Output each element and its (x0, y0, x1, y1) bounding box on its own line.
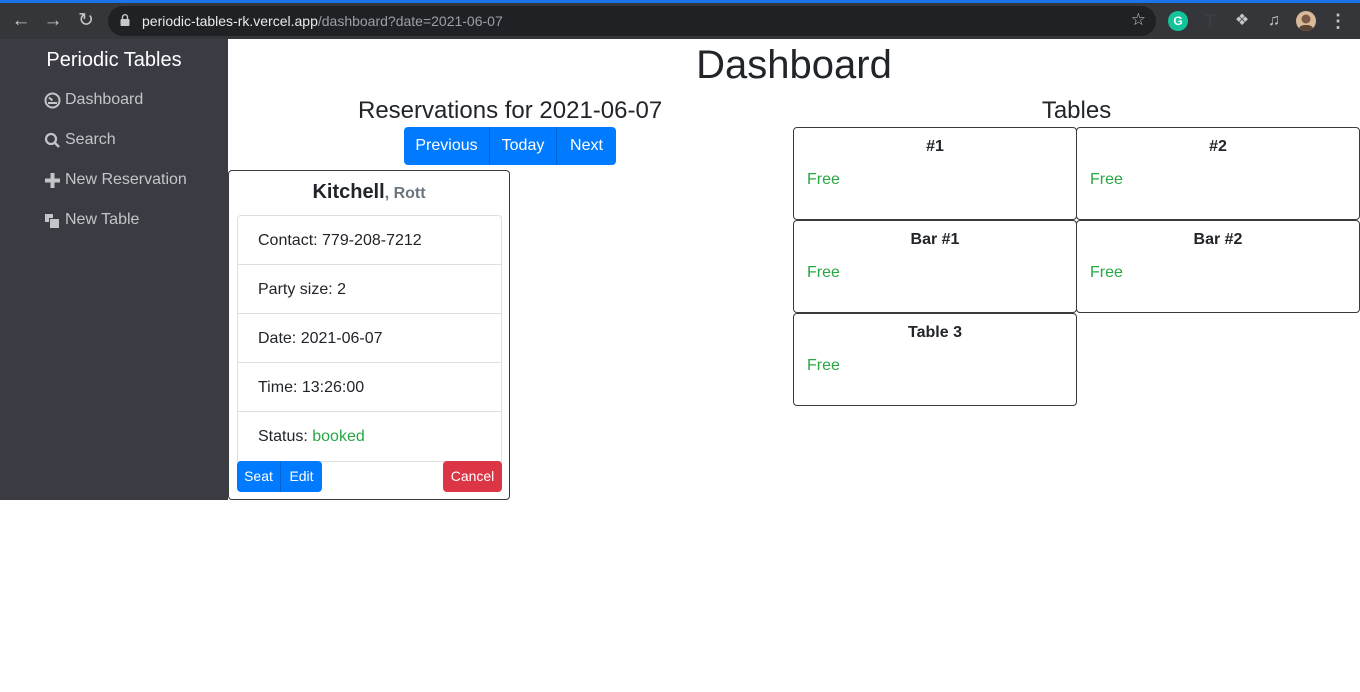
url-path: /dashboard?date=2021-06-07 (317, 13, 503, 29)
brand-title[interactable]: Periodic Tables (0, 49, 228, 72)
grammarly-icon[interactable]: G (1168, 11, 1188, 31)
table-name: Bar #1 (910, 231, 960, 248)
sidebar-item-new-reservation[interactable]: New Reservation (44, 168, 187, 192)
table-status: Free (1090, 264, 1123, 281)
layers-icon (45, 213, 59, 228)
dashboard-icon (44, 92, 61, 108)
sidebar: Periodic Tables Dashboard Search New Res… (0, 39, 228, 500)
previous-button[interactable]: Previous (404, 127, 490, 165)
forward-icon[interactable]: → (42, 10, 64, 32)
table-card: #2 Free (1076, 127, 1360, 220)
reservation-time: Time: 13:26:00 (238, 363, 501, 412)
reservation-last-name: Kitchell (312, 181, 385, 203)
reservation-name: Kitchell, Rott (229, 181, 509, 204)
profile-avatar[interactable] (1296, 11, 1316, 31)
reservation-party-size: Party size: 2 (238, 265, 501, 314)
reload-icon[interactable]: ↻ (75, 10, 97, 32)
sidebar-item-label: New Table (65, 211, 140, 228)
star-icon[interactable]: ☆ (1131, 10, 1146, 30)
seat-button[interactable]: Seat (237, 461, 281, 492)
table-card: Bar #1 Free (793, 220, 1077, 313)
puzzle-icon[interactable]: ❖ (1232, 11, 1252, 31)
sidebar-item-dashboard[interactable]: Dashboard (44, 88, 143, 112)
sidebar-item-label: Search (65, 131, 116, 148)
back-icon[interactable]: ← (10, 10, 32, 32)
search-icon (44, 132, 60, 148)
table-status: Free (1090, 171, 1123, 188)
status-badge: booked (312, 428, 365, 445)
next-button[interactable]: Next (557, 127, 616, 165)
plus-icon (45, 172, 60, 188)
reservation-details: Contact: 779-208-7212 Party size: 2 Date… (237, 215, 502, 462)
reservations-heading: Reservations for 2021-06-07 (358, 97, 663, 124)
table-name: Table 3 (908, 324, 962, 341)
text-extension-icon[interactable]: T (1200, 11, 1220, 31)
date-nav-group: Previous Today Next (404, 127, 616, 165)
media-icon[interactable]: ♫ (1264, 11, 1284, 31)
reservation-contact: Contact: 779-208-7212 (238, 216, 501, 265)
table-name: #2 (1209, 138, 1227, 155)
lock-icon[interactable] (120, 14, 130, 26)
address-bar[interactable]: periodic-tables-rk.vercel.app/dashboard?… (108, 6, 1156, 36)
seat-edit-group: Seat Edit (237, 461, 322, 492)
sidebar-item-new-table[interactable]: New Table (44, 208, 139, 232)
table-status: Free (807, 264, 840, 281)
cancel-button[interactable]: Cancel (443, 461, 502, 492)
main-content: Dashboard Reservations for 2021-06-07 Pr… (228, 39, 1360, 692)
sidebar-item-label: Dashboard (65, 91, 144, 108)
tables-heading: Tables (1041, 97, 1112, 124)
table-card: Bar #2 Free (1076, 220, 1360, 313)
edit-button[interactable]: Edit (281, 461, 322, 492)
table-status: Free (807, 171, 840, 188)
table-name: Bar #2 (1193, 231, 1243, 248)
table-card: #1 Free (793, 127, 1077, 220)
table-card: Table 3 Free (793, 313, 1077, 406)
sidebar-item-search[interactable]: Search (44, 128, 116, 152)
page-title: Dashboard (696, 43, 892, 87)
browser-toolbar: ← → ↻ periodic-tables-rk.vercel.app/dash… (0, 3, 1360, 39)
reservation-date: Date: 2021-06-07 (238, 314, 501, 363)
reservation-card: Kitchell, Rott Contact: 779-208-7212 Par… (228, 170, 510, 500)
url-text: periodic-tables-rk.vercel.app/dashboard?… (142, 13, 503, 29)
reservation-first-name: , Rott (384, 185, 426, 202)
status-label: Status: (258, 428, 313, 445)
reservation-status: Status: booked (238, 412, 501, 461)
kebab-menu-icon[interactable]: ⋮ (1328, 11, 1348, 31)
table-status: Free (807, 357, 840, 374)
url-host: periodic-tables-rk.vercel.app (142, 13, 318, 29)
today-button[interactable]: Today (490, 127, 557, 165)
sidebar-item-label: New Reservation (65, 171, 187, 188)
table-name: #1 (926, 138, 944, 155)
